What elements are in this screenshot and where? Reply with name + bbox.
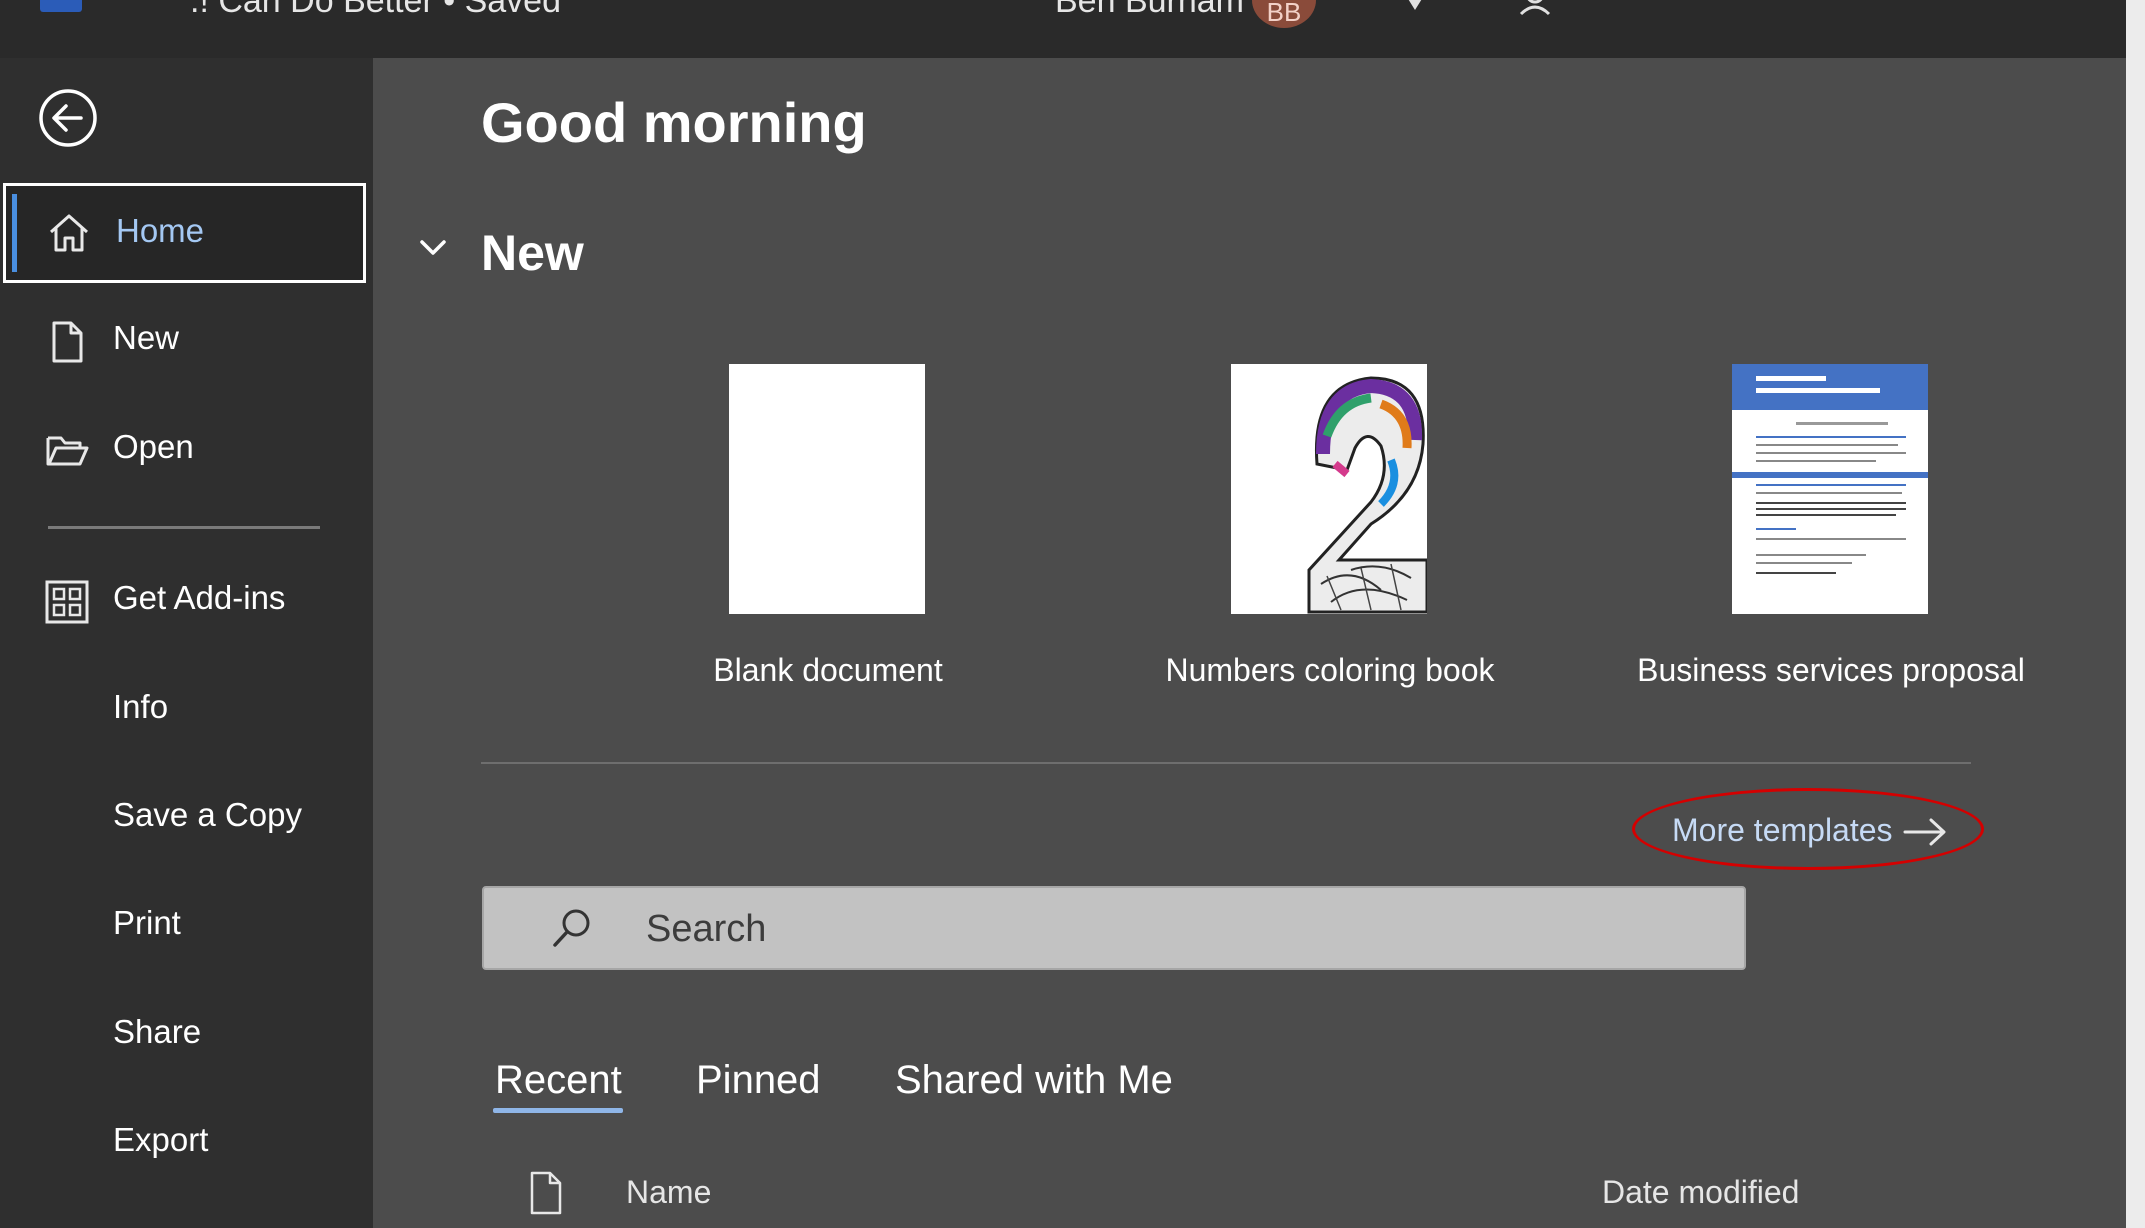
home-pane: Good morning New Blank document Numbers …	[373, 58, 2126, 1228]
more-templates-label: More templates	[1672, 812, 1893, 848]
sidebar-item-export[interactable]: Export	[0, 1097, 373, 1189]
template-blank-document[interactable]: Blank document	[618, 364, 1038, 724]
home-icon	[50, 214, 88, 252]
template-thumbnail	[729, 364, 925, 614]
proposal-cover	[1732, 364, 1928, 614]
sidebar-divider	[48, 526, 320, 529]
active-indicator	[12, 194, 17, 272]
tab-recent[interactable]: Recent	[495, 1058, 622, 1103]
close-icon[interactable]	[2040, 0, 2080, 20]
window-edge	[2126, 0, 2145, 1228]
sidebar-item-home[interactable]: Home	[3, 183, 366, 283]
sidebar-item-get-addins[interactable]: Get Add-ins	[0, 555, 373, 647]
sidebar-item-label: Open	[113, 428, 194, 465]
file-icon	[530, 1171, 562, 1215]
restore-icon[interactable]	[1912, 0, 1952, 20]
chevron-down-icon[interactable]	[415, 230, 451, 266]
template-numbers-coloring-book[interactable]: Numbers coloring book	[1120, 364, 1540, 724]
coloring-book-cover	[1231, 364, 1427, 614]
sidebar-item-label: Print	[113, 904, 181, 941]
word-app-icon[interactable]	[40, 0, 82, 12]
sidebar-item-info[interactable]: Info	[0, 664, 373, 756]
section-divider	[481, 762, 1971, 764]
sidebar-item-open[interactable]: Open	[0, 404, 373, 496]
person-icon[interactable]	[1515, 0, 1555, 20]
account-name[interactable]: Ben Burnam	[1055, 0, 1244, 21]
sidebar-item-print[interactable]: Print	[0, 880, 373, 972]
arrow-right-icon	[1903, 818, 1946, 846]
sidebar-item-label: Export	[113, 1121, 209, 1158]
sidebar-item-label: New	[113, 319, 180, 356]
template-thumbnail	[1732, 364, 1928, 614]
avatar[interactable]: BB	[1252, 0, 1316, 28]
template-label: Blank document	[713, 652, 943, 688]
sidebar-item-label: Share	[113, 1013, 202, 1050]
column-header-name[interactable]: Name	[626, 1174, 711, 1211]
template-label: Business services proposal	[1637, 652, 2025, 688]
sidebar-item-label: Info	[113, 688, 169, 725]
back-arrow-icon[interactable]	[36, 86, 100, 150]
more-templates-link[interactable]: More templates	[1633, 794, 1973, 870]
template-thumbnail	[1231, 364, 1427, 614]
sidebar-item-label: Get Add-ins	[113, 579, 286, 616]
document-title[interactable]: .! Can Do Better • Saved	[190, 0, 561, 21]
column-header-date-modified[interactable]: Date modified	[1602, 1174, 1799, 1211]
section-heading-new: New	[481, 225, 584, 281]
new-document-icon	[52, 321, 83, 363]
sidebar-item-save-a-copy[interactable]: Save a Copy	[0, 772, 373, 864]
template-label: Numbers coloring book	[1165, 652, 1495, 688]
search-input[interactable]	[644, 900, 1708, 958]
sidebar-item-new[interactable]: New	[0, 295, 373, 387]
diamond-icon[interactable]	[1395, 0, 1435, 20]
page-title: Good morning	[481, 91, 867, 154]
folder-open-icon	[46, 436, 89, 466]
tab-shared-with-me[interactable]: Shared with Me	[895, 1058, 1173, 1103]
title-bar: .! Can Do Better • Saved Ben Burnam BB	[0, 0, 2126, 58]
tab-pinned[interactable]: Pinned	[696, 1058, 821, 1103]
sidebar-item-label: Home	[116, 212, 205, 249]
help-icon[interactable]	[1650, 0, 1690, 20]
backstage-sidebar: Home New Open Get Add-ins Info Save a Co…	[0, 58, 373, 1228]
addins-grid-icon	[45, 580, 89, 624]
search-bar[interactable]	[482, 886, 1746, 970]
sidebar-item-label: Save a Copy	[113, 796, 302, 833]
sidebar-item-share[interactable]: Share	[0, 989, 373, 1081]
search-icon	[553, 909, 590, 947]
active-tab-indicator	[493, 1108, 623, 1113]
template-business-services-proposal[interactable]: Business services proposal	[1621, 364, 2041, 724]
